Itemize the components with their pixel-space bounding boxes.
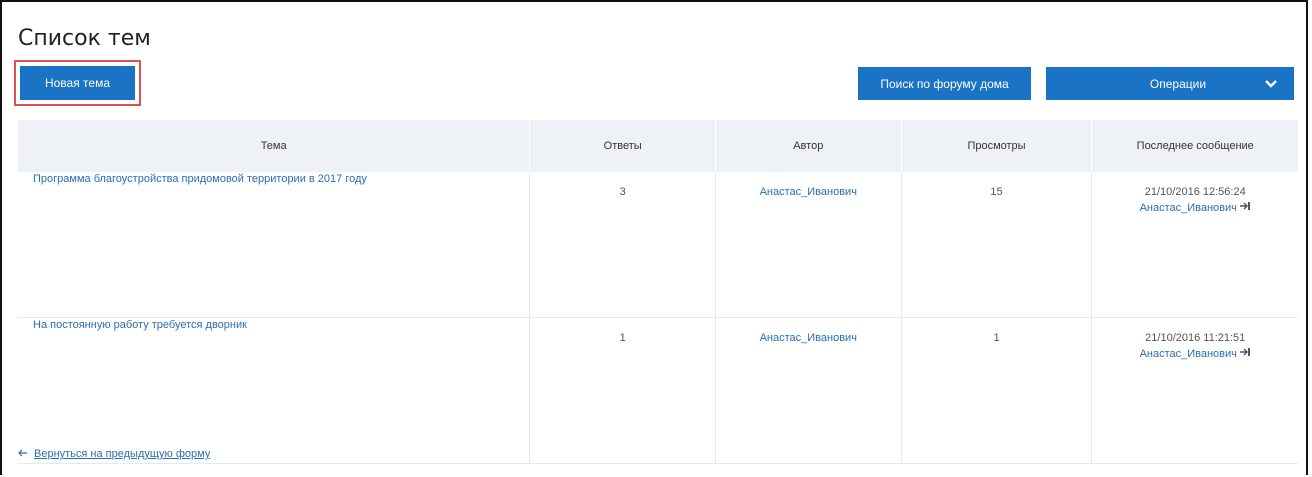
column-header-topic[interactable]: Тема: [18, 120, 531, 172]
go-to-message-icon[interactable]: [1239, 201, 1251, 214]
author-cell: Анастас_Иванович: [715, 317, 902, 464]
table-row: Программа благоустройства придомовой тер…: [18, 172, 1298, 318]
table-row: На постоянную работу требуется дворник 1…: [18, 317, 1298, 464]
operations-dropdown[interactable]: Операции: [1046, 67, 1294, 100]
views-count: 1: [901, 317, 1093, 464]
last-message-cell: 21/10/2016 11:21:51 Анастас_Иванович: [1091, 317, 1298, 464]
author-cell: Анастас_Иванович: [715, 172, 902, 318]
forum-search-button[interactable]: Поиск по форуму дома: [858, 67, 1031, 100]
new-topic-highlight: Новая тема: [14, 60, 141, 106]
column-header-last-message[interactable]: Последнее сообщение: [1091, 120, 1298, 172]
replies-count: 1: [529, 317, 716, 464]
column-header-author[interactable]: Автор: [715, 120, 902, 172]
chevron-down-icon: [1254, 79, 1288, 89]
last-message-author: Анастас_Иванович: [1139, 201, 1237, 214]
go-to-message-icon[interactable]: [1239, 347, 1251, 360]
operations-label: Операции: [1149, 76, 1207, 91]
table-header-row: Тема Ответы Автор Просмотры Последнее со…: [18, 120, 1298, 172]
author-link[interactable]: Анастас_Иванович: [760, 186, 857, 198]
last-message-date: 21/10/2016 12:56:24: [1144, 186, 1246, 198]
last-message-cell: 21/10/2016 12:56:24 Анастас_Иванович: [1091, 172, 1298, 318]
replies-count: 3: [529, 172, 716, 318]
topic-link[interactable]: На постоянную работу требуется дворник: [33, 319, 247, 331]
author-link[interactable]: Анастас_Иванович: [760, 332, 857, 344]
column-header-views[interactable]: Просмотры: [901, 120, 1093, 172]
new-topic-button[interactable]: Новая тема: [20, 66, 135, 100]
column-header-replies[interactable]: Ответы: [529, 120, 716, 172]
topic-cell: На постоянную работу требуется дворник: [18, 317, 531, 464]
back-link[interactable]: Вернуться на предыдущую форму: [34, 448, 210, 460]
back-arrow-icon: [18, 448, 28, 460]
last-message-author-link[interactable]: Анастас_Иванович: [1140, 347, 1251, 360]
last-message-date: 21/10/2016 11:21:51: [1145, 332, 1246, 344]
topic-link[interactable]: Программа благоустройства придомовой тер…: [33, 173, 367, 185]
last-message-author-link[interactable]: Анастас_Иванович: [1140, 201, 1251, 214]
last-message-author: Анастас_Иванович: [1139, 347, 1237, 360]
page-title: Список тем: [18, 26, 151, 51]
topic-cell: Программа благоустройства придомовой тер…: [18, 172, 531, 318]
topics-table: Тема Ответы Автор Просмотры Последнее со…: [18, 120, 1298, 464]
views-count: 15: [901, 172, 1093, 318]
back-link-container: Вернуться на предыдущую форму: [18, 448, 210, 460]
